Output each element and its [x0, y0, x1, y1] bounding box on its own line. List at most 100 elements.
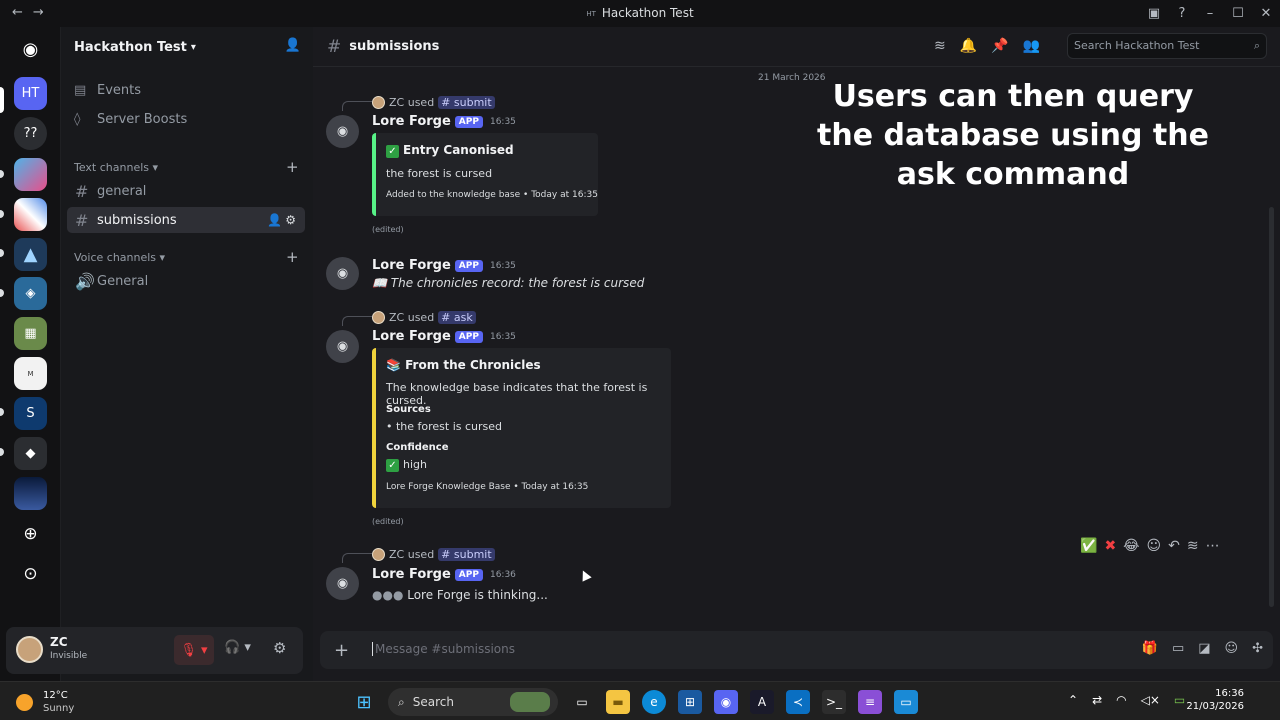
cross-reaction-icon[interactable]: ✖ [1104, 538, 1116, 554]
server-name: Hackathon Test [74, 39, 187, 55]
laugh-reaction-icon[interactable]: 😂 [1123, 538, 1139, 554]
nav-events[interactable]: ▤ Events [74, 83, 141, 98]
taskbar: 12°C Sunny ⊞ ⌕ Search ▭ ▬ e ⊞ ◉ A ≺ >_ ≡ ▭… [0, 681, 1280, 720]
server-icon-5[interactable]: ▦ [14, 317, 47, 350]
check-reaction-icon[interactable]: ✅ [1080, 538, 1097, 554]
avatar [372, 548, 385, 561]
maximize-icon[interactable]: ☐ [1224, 6, 1252, 21]
server-header[interactable]: Hackathon Test ▾ 👤 [61, 27, 313, 67]
threads-icon[interactable]: ≋ [934, 38, 946, 54]
store-icon[interactable]: ⊞ [678, 690, 702, 714]
author-name[interactable]: Lore Forge [372, 329, 451, 344]
server-icon-3[interactable]: ▲ [14, 238, 47, 271]
battery-icon[interactable]: ▭ [1174, 693, 1185, 707]
minimize-icon[interactable]: – [1196, 6, 1224, 21]
command-link[interactable]: # ask [438, 311, 476, 324]
more-icon[interactable]: ⋯ [1206, 538, 1220, 554]
sun-icon [16, 693, 33, 711]
attach-icon[interactable]: + [334, 640, 349, 661]
bot-avatar[interactable]: ◉ [326, 257, 359, 290]
emoji-icon[interactable]: ☺ [1225, 641, 1239, 656]
channel-submissions[interactable]: # submissions 👤⚙ [67, 207, 305, 233]
add-voice-channel-icon[interactable]: + [286, 248, 299, 266]
headphones-icon[interactable]: 🎧 ▾ [224, 640, 251, 655]
discord-taskbar-icon[interactable]: ◉ [714, 690, 738, 714]
server-icon-ht[interactable]: HT [14, 77, 47, 110]
nav-server-boosts[interactable]: ◊ Server Boosts [74, 112, 187, 127]
thread-icon[interactable]: ≋ [1187, 538, 1199, 554]
weather-widget[interactable]: 12°C Sunny [16, 689, 74, 715]
app-icon-stack[interactable]: ≡ [858, 690, 882, 714]
taskbar-search[interactable]: ⌕ Search [388, 688, 558, 716]
file-explorer-icon[interactable]: ▬ [606, 690, 630, 714]
bot-avatar[interactable]: ◉ [326, 567, 359, 600]
vscode-icon[interactable]: ≺ [786, 690, 810, 714]
avatar[interactable] [16, 636, 43, 663]
wifi-icon[interactable]: ◠ [1116, 693, 1126, 707]
category-voice-channels[interactable]: Voice channels ▾ + [74, 248, 299, 266]
add-channel-icon[interactable]: + [286, 158, 299, 176]
task-view-icon[interactable]: ▭ [570, 690, 594, 714]
invite-icon[interactable]: 👤 [285, 38, 301, 53]
bot-avatar[interactable]: ◉ [326, 115, 359, 148]
category-text-channels[interactable]: Text channels ▾ + [74, 158, 299, 176]
overlay-caption: Users can then query the database using … [817, 79, 1209, 192]
app-icon-window[interactable]: ▭ [894, 690, 918, 714]
timestamp: 16:35 [489, 331, 516, 342]
pin-icon[interactable]: 📌 [991, 38, 1008, 54]
help-icon[interactable]: ? [1168, 6, 1196, 21]
window-title: Hackathon Test [601, 6, 694, 20]
message-input[interactable]: Message #submissions [372, 642, 515, 656]
reply-icon[interactable]: ↶ [1168, 538, 1180, 554]
search-input[interactable]: Search Hackathon Test ⌕ [1067, 33, 1267, 59]
app-icon-a[interactable]: A [750, 690, 774, 714]
mic-muted-icon[interactable]: 🎙 ▾ [174, 635, 214, 665]
discord-home-icon[interactable]: ◉ [14, 33, 47, 66]
edited-label: (edited) [372, 517, 404, 526]
bot-avatar[interactable]: ◉ [326, 330, 359, 363]
chevron-up-icon[interactable]: ⌃ [1068, 693, 1078, 707]
search-icon: ⌕ [398, 694, 405, 709]
channel-settings-icon[interactable]: 👤⚙ [267, 213, 299, 227]
reply-context[interactable]: ZC used # ask [372, 311, 476, 324]
author-name[interactable]: Lore Forge [372, 258, 451, 273]
inbox-icon[interactable]: ▣ [1140, 6, 1168, 21]
server-icon-6[interactable]: M [14, 357, 47, 390]
message-toolbar: ✅ ✖ 😂 ☺ ↶ ≋ ⋯ [1080, 535, 1220, 557]
clock[interactable]: 16:36 21/03/2026 [1186, 687, 1244, 713]
reply-context[interactable]: ZC used # submit [372, 548, 495, 561]
network-icon[interactable]: ⇄ [1092, 693, 1102, 707]
server-icon-4[interactable]: ◈ [14, 277, 47, 310]
server-icon-2[interactable] [14, 198, 47, 231]
server-icon-unknown[interactable]: ?? [14, 117, 47, 150]
message-text: The chronicles record: the forest is cur… [390, 276, 645, 290]
server-icon-9[interactable] [14, 477, 47, 510]
start-icon[interactable]: ⊞ [352, 690, 376, 714]
members-icon[interactable]: 👥 [1023, 38, 1040, 54]
author-name[interactable]: Lore Forge [372, 114, 451, 129]
scrollbar[interactable] [1269, 207, 1274, 607]
author-name[interactable]: Lore Forge [372, 567, 451, 582]
volume-icon[interactable]: ◁× [1141, 693, 1160, 707]
add-reaction-icon[interactable]: ☺ [1147, 538, 1162, 554]
apps-icon[interactable]: ✣ [1252, 641, 1263, 656]
sticker-icon[interactable]: ◪ [1198, 641, 1210, 656]
add-server-icon[interactable]: ⊕ [14, 517, 47, 550]
gif-icon[interactable]: ▭ [1172, 641, 1184, 656]
server-icon-1[interactable] [14, 158, 47, 191]
close-icon[interactable]: ✕ [1252, 6, 1280, 21]
voice-channel-general[interactable]: 🔊 General [67, 268, 305, 294]
channel-general[interactable]: # general [67, 178, 305, 204]
discover-icon[interactable]: ⊙ [14, 557, 47, 590]
gear-icon[interactable]: ⚙ [273, 639, 286, 657]
edge-icon[interactable]: e [642, 690, 666, 714]
bell-icon[interactable]: 🔔 [960, 38, 977, 54]
reply-context[interactable]: ZC used # submit [372, 96, 495, 109]
terminal-icon[interactable]: >_ [822, 690, 846, 714]
command-link[interactable]: # submit [438, 548, 495, 561]
gift-icon[interactable]: 🎁 [1142, 641, 1158, 656]
server-icon-7[interactable]: S [14, 397, 47, 430]
command-link[interactable]: # submit [438, 96, 495, 109]
server-icon-8[interactable]: ◆ [14, 437, 47, 470]
message-composer[interactable]: + Message #submissions 🎁 ▭ ◪ ☺ ✣ [320, 631, 1273, 669]
